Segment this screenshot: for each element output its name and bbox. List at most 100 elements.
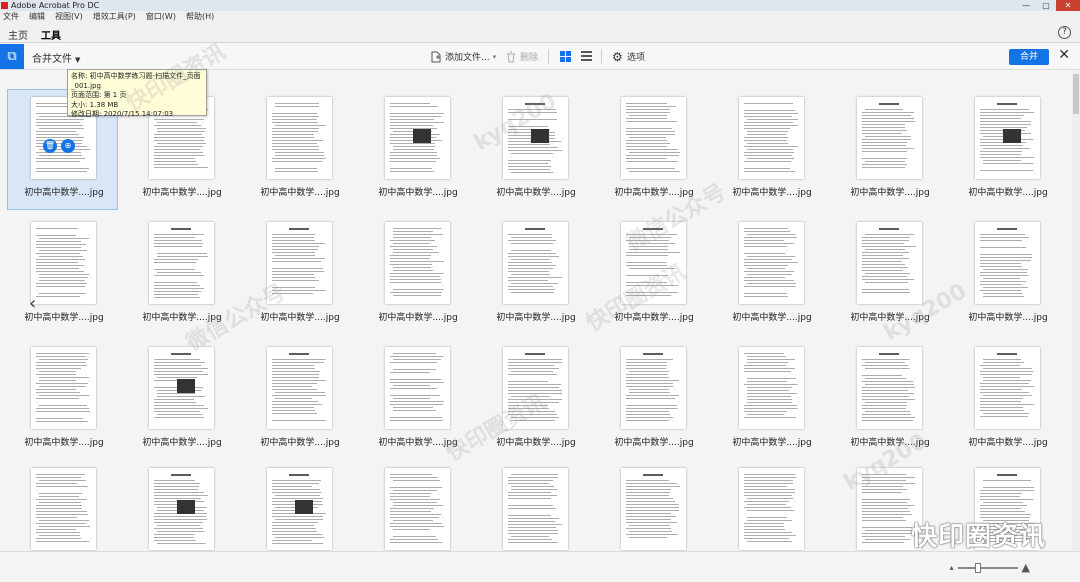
thumbnail-label: 初中高中数学....jpg: [850, 438, 930, 448]
menu-plugins[interactable]: 增效工具(P): [93, 11, 136, 23]
thumbnail-label: 初中高中数学....jpg: [260, 438, 340, 448]
menu-edit[interactable]: 编辑: [29, 11, 45, 23]
help-icon[interactable]: ?: [1058, 26, 1071, 39]
page-preview: [503, 97, 568, 179]
combine-files-icon: ⧉: [0, 44, 24, 69]
thumbnail-label: 初中高中数学....jpg: [732, 438, 812, 448]
gear-icon: ⚙: [612, 49, 623, 64]
menu-file[interactable]: 文件: [3, 11, 19, 23]
trash-icon[interactable]: 🗑: [43, 139, 57, 153]
page-preview: [739, 97, 804, 179]
menu-help[interactable]: 帮助(H): [186, 11, 214, 23]
thumbnail-label: 初中高中数学....jpg: [850, 313, 930, 323]
thumbnail-label: 初中高中数学....jpg: [24, 188, 104, 198]
page-preview: [31, 468, 96, 550]
thumbnail-label: 初中高中数学....jpg: [968, 438, 1048, 448]
thumbnail-label: 初中高中数学....jpg: [24, 313, 104, 323]
menu-bar: 文件 编辑 视图(V) 增效工具(P) 窗口(W) 帮助(H): [0, 11, 1080, 23]
thumbnail-label: 初中高中数学....jpg: [260, 188, 340, 198]
tab-bar: 主页 工具 ?: [0, 23, 1080, 46]
add-files-button[interactable]: 添加文件... ▾: [430, 50, 496, 63]
tab-tools[interactable]: 工具: [41, 27, 61, 46]
page-preview: [267, 222, 332, 304]
thumbnail-label: 初中高中数学....jpg: [496, 188, 576, 198]
options-button[interactable]: ⚙ 选项: [612, 49, 645, 64]
page-preview: [621, 97, 686, 179]
thumbnail-label: 初中高中数学....jpg: [378, 313, 458, 323]
acrobat-logo-icon: [1, 2, 8, 9]
page-preview: [739, 222, 804, 304]
page-preview: [857, 97, 922, 179]
close-tool-icon[interactable]: ✕: [1058, 47, 1070, 63]
page-preview: [267, 97, 332, 179]
page-preview: [385, 222, 450, 304]
chevron-left-icon[interactable]: ‹: [29, 293, 36, 314]
minimize-button[interactable]: —: [1016, 0, 1036, 11]
page-preview: [149, 347, 214, 429]
delete-button[interactable]: 删除: [505, 50, 538, 63]
page-preview: [149, 468, 214, 550]
thumbnail-label: 初中高中数学....jpg: [732, 313, 812, 323]
page-preview: [975, 222, 1040, 304]
window-title: Adobe Acrobat Pro DC: [11, 1, 100, 10]
vertical-scrollbar[interactable]: [1072, 71, 1080, 551]
merge-button[interactable]: 合并: [1009, 49, 1049, 65]
page-preview: [857, 222, 922, 304]
thumbnail-label: 初中高中数学....jpg: [968, 313, 1048, 323]
zoom-slider[interactable]: ▴ ▲: [950, 561, 1030, 574]
page-preview: [739, 347, 804, 429]
thumbnail-label: 初中高中数学....jpg: [614, 313, 694, 323]
zoom-icon[interactable]: ⊕: [61, 139, 75, 153]
page-preview: [267, 347, 332, 429]
menu-window[interactable]: 窗口(W): [146, 11, 176, 23]
page-preview: [503, 222, 568, 304]
page-preview: [975, 347, 1040, 429]
page-preview: [31, 347, 96, 429]
toolbar-divider: [601, 49, 602, 64]
page-preview: [739, 468, 804, 550]
tooltip-page-range: 页面范围: 第 1 页: [71, 91, 127, 99]
thumbnail-label: 初中高中数学....jpg: [496, 313, 576, 323]
page-preview: [385, 97, 450, 179]
grid-view-icon[interactable]: [560, 51, 571, 62]
page-preview: [503, 468, 568, 550]
thumbnail-label: 初中高中数学....jpg: [142, 188, 222, 198]
tool-title-dropdown[interactable]: 合并文件 ▼: [32, 50, 80, 65]
zoom-in-icon[interactable]: ▲: [1022, 561, 1030, 574]
file-info-tooltip: 名称: 初中高中数学练习题-扫描文件_页面_001.jpg 页面范围: 第 1 …: [67, 69, 207, 118]
combine-toolbar: ⧉ 合并文件 ▼ 添加文件... ▾ 删除 ⚙ 选项 合并 ✕: [0, 44, 1080, 70]
add-file-icon: [431, 51, 441, 62]
page-preview: [385, 468, 450, 550]
page-preview: [31, 222, 96, 304]
toolbar-divider: [548, 49, 549, 64]
thumbnail-label: 初中高中数学....jpg: [614, 188, 694, 198]
page-preview: [149, 222, 214, 304]
maximize-button[interactable]: ▢: [1036, 0, 1056, 11]
status-bar: ▴ ▲: [0, 551, 1080, 582]
chevron-down-icon: ▼: [75, 56, 81, 64]
tooltip-modified: 修改日期: 2020/7/15 14:07:03: [71, 110, 174, 118]
thumbnail-label: 初中高中数学....jpg: [732, 188, 812, 198]
title-bar: Adobe Acrobat Pro DC — ▢ ✕: [0, 0, 1080, 11]
tab-home[interactable]: 主页: [8, 27, 28, 42]
trash-icon: [507, 51, 515, 62]
thumbnail-label: 初中高中数学....jpg: [378, 188, 458, 198]
page-preview: [857, 347, 922, 429]
thumbnail-label: 初中高中数学....jpg: [378, 438, 458, 448]
zoom-out-icon[interactable]: ▴: [950, 563, 954, 572]
thumbnail-label: 初中高中数学....jpg: [24, 438, 104, 448]
thumbnail-label: 初中高中数学....jpg: [496, 438, 576, 448]
brand-watermark: 快印圈资讯: [910, 522, 1046, 552]
thumbnail-label: 初中高中数学....jpg: [968, 188, 1048, 198]
list-view-icon[interactable]: [581, 51, 592, 62]
tooltip-name: 名称: 初中高中数学练习题-扫描文件_页面_001.jpg: [71, 72, 201, 90]
page-preview: [621, 468, 686, 550]
page-preview: [267, 468, 332, 550]
thumbnail-label: 初中高中数学....jpg: [142, 313, 222, 323]
thumbnail-grid: 🗑 ⊕ 初中高中数学....jpg 初中高中数学....jpg 初中高中数学....jp…: [0, 71, 1080, 551]
page-preview: [621, 222, 686, 304]
thumbnail-label: 初中高中数学....jpg: [614, 438, 694, 448]
close-window-button[interactable]: ✕: [1056, 0, 1080, 11]
page-preview: [621, 347, 686, 429]
menu-view[interactable]: 视图(V): [55, 11, 83, 23]
